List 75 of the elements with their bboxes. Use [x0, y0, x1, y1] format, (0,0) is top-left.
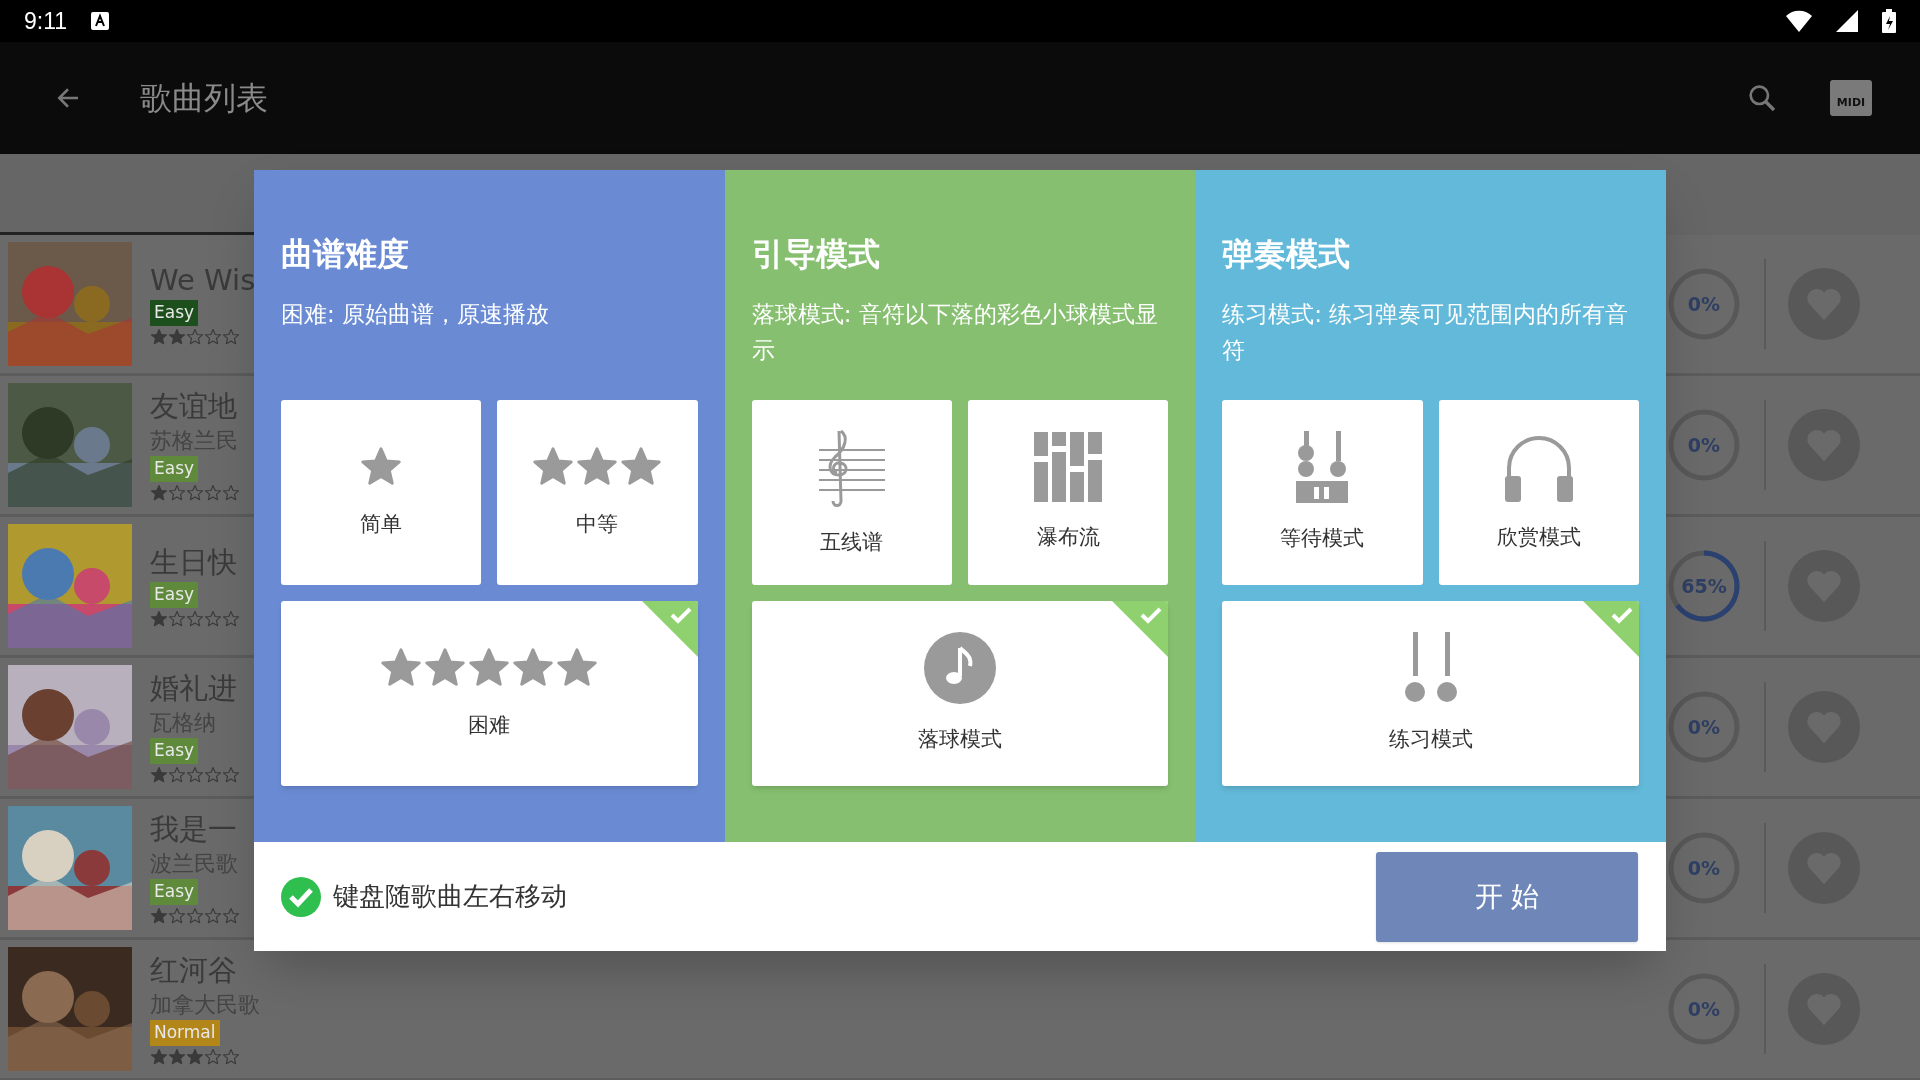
difficulty-tag: Easy [150, 582, 199, 608]
star-icon [204, 609, 222, 628]
star-icon [222, 1047, 240, 1066]
progress-label: 65% [1681, 573, 1727, 599]
search-icon [1746, 82, 1778, 114]
panel-title: 弹奏模式 [1222, 238, 1352, 270]
star-icon [168, 765, 186, 784]
star-icon [186, 483, 204, 502]
panel-title: 引导模式 [751, 238, 881, 270]
star-icon [186, 609, 204, 628]
screen-title: 歌曲列表 [140, 78, 268, 119]
panel-title: 曲谱难度 [281, 238, 410, 270]
progress-label: 0% [1687, 855, 1721, 881]
difficulty-tag: Easy [150, 738, 199, 764]
option-card[interactable]: 五线谱 [751, 400, 952, 585]
selected-check-icon [1112, 601, 1169, 657]
star-icon [204, 906, 222, 925]
battery-icon [1882, 9, 1896, 33]
progress-label: 0% [1687, 996, 1721, 1022]
star-icon [150, 1047, 168, 1066]
progress-label: 0% [1687, 432, 1721, 458]
difficulty-tag: Easy [150, 879, 199, 905]
star-icon [168, 327, 186, 346]
star-icon [168, 906, 186, 925]
music-note-icon [924, 631, 996, 704]
star-icon [186, 765, 204, 784]
star-icon [204, 1047, 222, 1066]
notification-icon [91, 12, 110, 30]
panel-description: 困难: 原始曲谱，原速播放 [281, 300, 551, 329]
option-card[interactable]: 瀑布流 [968, 400, 1169, 585]
option-card[interactable]: 中等 [497, 400, 698, 585]
star-icon [186, 327, 204, 346]
signal-icon [1836, 10, 1858, 32]
status-time: 9:11 [24, 6, 68, 36]
option-card[interactable]: 欣赏模式 [1438, 400, 1639, 585]
star-icon [204, 483, 222, 502]
star-icon [150, 765, 168, 784]
star-icon [150, 483, 168, 502]
option-card[interactable]: 等待模式 [1222, 400, 1423, 585]
difficulty-tag: Easy [150, 300, 199, 326]
star-icon [168, 483, 186, 502]
panel-description: 落球模式: 音符以下落的彩色小球模式显示 [751, 300, 1159, 365]
check-circle-icon [281, 876, 321, 917]
progress-label: 0% [1687, 291, 1721, 317]
star-icon [150, 609, 168, 628]
difficulty-tag: Normal [150, 1020, 220, 1046]
star-icon [222, 765, 240, 784]
selected-check-icon [1583, 601, 1639, 657]
option-card[interactable]: 练习模式 [1222, 601, 1639, 786]
star-icon [186, 906, 204, 925]
panel-description: 练习模式: 练习弹奏可见范围内的所有音符 [1222, 300, 1630, 365]
star-icon [204, 327, 222, 346]
bars-grid-icon [1034, 431, 1103, 502]
keyboard-follow-checkbox[interactable]: 键盘随歌曲左右移动 [281, 876, 567, 917]
star-icon [222, 609, 240, 628]
option-card[interactable]: 落球模式 [751, 601, 1169, 786]
difficulty-tag: Easy [150, 456, 199, 482]
option-card[interactable]: 困难 [281, 601, 698, 786]
keys-with-balls-icon [1404, 631, 1457, 704]
star-icon [204, 765, 222, 784]
selected-check-icon [641, 601, 698, 657]
star-icon [222, 483, 240, 502]
progress-label: 0% [1687, 714, 1721, 740]
star-icon [168, 609, 186, 628]
midi-folder-button[interactable]: MIDI [1830, 80, 1872, 116]
star-icon [222, 327, 240, 346]
star-icon [168, 1047, 186, 1066]
star-icon [150, 906, 168, 925]
option-card[interactable]: 简单 [281, 400, 482, 585]
star-icon [222, 906, 240, 925]
wifi-icon [1786, 10, 1812, 32]
keys-with-balls-icon [1296, 430, 1349, 503]
start-button[interactable]: 开 始 [1376, 851, 1638, 942]
star-icon [186, 1047, 204, 1066]
star-icon [150, 327, 168, 346]
